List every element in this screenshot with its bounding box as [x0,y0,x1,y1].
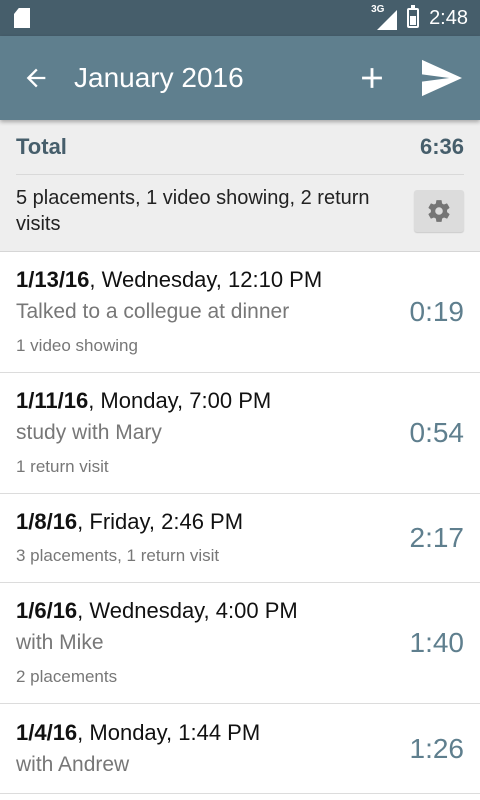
entry-date: 1/4/16 [16,719,78,745]
list-item[interactable]: 1/8/16, Friday, 2:46 PM 3 placements, 1 … [0,494,480,583]
entry-main: 1/8/16, Friday, 2:46 PM 3 placements, 1 … [16,508,394,568]
plus-icon [362,68,382,88]
total-label: Total [16,134,67,159]
entry-day-time: , Wednesday, 4:00 PM [77,598,298,623]
back-button[interactable] [0,36,72,120]
entry-date-line: 1/6/16, Wednesday, 4:00 PM [16,597,394,625]
total-value: 6:36 [419,134,464,159]
entry-note: study with Mary [16,421,162,444]
entry-date: 1/6/16 [16,598,78,623]
list-item[interactable]: 1/11/16, Monday, 7:00 PM study with Mary… [0,373,480,494]
total-row: Total 6:36 [16,120,464,175]
entry-note: with Mike [16,631,104,654]
app-toolbar: January 2016 [0,36,480,120]
status-time: 2:48 [429,6,468,29]
entry-duration: 0:19 [409,296,465,327]
entry-day-time: , Friday, 2:46 PM [77,509,244,534]
sd-card-icon [14,8,30,28]
status-right: 3G 2:48 [371,4,468,30]
page-title: January 2016 [74,62,244,93]
settings-button[interactable] [414,190,464,232]
entry-day-time: , Monday, 1:44 PM [77,719,261,745]
entry-date: 1/11/16 [16,388,89,413]
entry-day-time: , Wednesday, 12:10 PM [89,267,323,292]
entry-stats: 1 return visit [16,457,109,476]
entry-duration: 2:17 [409,522,465,553]
entry-date-line: 1/11/16, Monday, 7:00 PM [16,387,394,415]
entry-stats: 1 video showing [16,336,138,355]
send-button[interactable] [404,36,480,120]
entry-duration: 1:26 [409,732,465,764]
arrow-left-icon [26,68,46,88]
entry-duration: 0:54 [409,417,465,448]
entry-date-line: 1/8/16, Friday, 2:46 PM [16,508,394,536]
entry-main: 1/4/16, Monday, 1:44 PM with Andrew [16,719,394,779]
entry-main: 1/6/16, Wednesday, 4:00 PM with Mike 2 p… [16,597,394,689]
entry-main: 1/13/16, Wednesday, 12:10 PM Talked to a… [16,266,394,358]
add-button[interactable] [340,36,404,120]
entry-list: 1/13/16, Wednesday, 12:10 PM Talked to a… [0,252,480,794]
list-item[interactable]: 1/6/16, Wednesday, 4:00 PM with Mike 2 p… [0,583,480,704]
entry-stats: 3 placements, 1 return visit [16,546,220,565]
signal-icon: 3G [371,4,398,30]
entry-date: 1/8/16 [16,509,78,534]
status-left [14,8,30,28]
status-bar: 3G 2:48 [0,0,480,36]
list-item[interactable]: 1/4/16, Monday, 1:44 PM with Andrew 1:26 [0,704,480,794]
send-icon [422,59,462,97]
entry-stats: 2 placements [16,667,118,686]
entry-day-time: , Monday, 7:00 PM [88,388,272,413]
summary-row: 5 placements, 1 video showing, 2 return … [16,175,464,251]
summary-description: 5 placements, 1 video showing, 2 return … [16,187,370,235]
entry-date-line: 1/13/16, Wednesday, 12:10 PM [16,266,394,294]
summary-panel: Total 6:36 5 placements, 1 video showing… [0,120,480,252]
entry-note: with Andrew [16,752,130,776]
battery-icon [407,5,420,28]
entry-duration: 1:40 [409,627,465,658]
entry-date: 1/13/16 [16,267,90,292]
gear-icon [428,200,450,222]
entry-main: 1/11/16, Monday, 7:00 PM study with Mary… [16,387,394,479]
entry-note: Talked to a collegue at dinner [16,300,290,323]
list-item[interactable]: 1/13/16, Wednesday, 12:10 PM Talked to a… [0,252,480,373]
entry-date-line: 1/4/16, Monday, 1:44 PM [16,719,394,747]
